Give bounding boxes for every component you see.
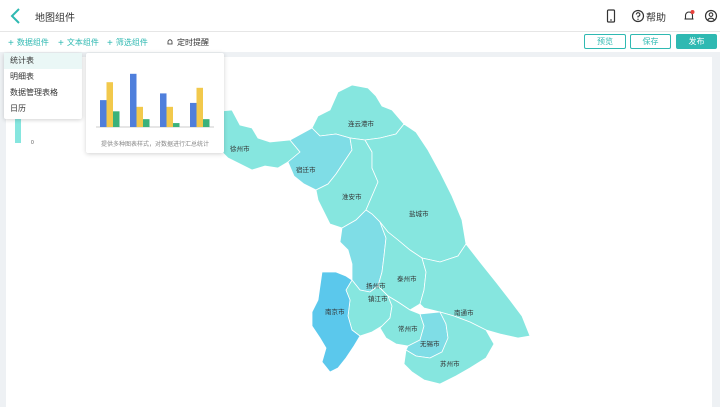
preview-bar (143, 119, 150, 127)
component-preview-popup: 提供多种图表样式，对数据进行汇总统计 (86, 53, 224, 153)
preview-bar (136, 106, 143, 127)
preview-bar (113, 111, 120, 127)
dropdown-item-data-management-table[interactable]: 数据管理表格 (4, 85, 82, 101)
preview-bar (130, 73, 137, 127)
city-label: 淮安市 (342, 192, 362, 201)
preview-caption: 提供多种图表样式，对数据进行汇总统计 (100, 142, 209, 148)
city-label: 泰州市 (397, 274, 417, 283)
legend-min-label: 0 (31, 140, 34, 146)
preview-bar (100, 100, 107, 127)
preview-bar (196, 87, 203, 127)
preview-bar (160, 93, 167, 127)
preview-bar (106, 82, 113, 127)
city-label: 徐州市 (230, 144, 250, 153)
city-label: 南通市 (454, 308, 474, 317)
city-label: 常州市 (398, 324, 418, 333)
map-legend-bar[interactable] (15, 119, 21, 143)
dropdown-item-stat-table[interactable]: 统计表 (4, 53, 82, 69)
preview-bar (203, 119, 210, 127)
region-lianyungang[interactable] (311, 84, 405, 141)
city-label: 宿迁市 (296, 165, 316, 174)
city-label: 镇江市 (368, 294, 388, 303)
preview-bar (173, 123, 180, 127)
preview-bar (190, 102, 197, 127)
data-component-dropdown: 统计表 明细表 数据管理表格 日历 (4, 53, 82, 119)
dropdown-item-detail-table[interactable]: 明细表 (4, 69, 82, 85)
city-label: 苏州市 (440, 359, 460, 368)
preview-bar (166, 106, 173, 127)
city-label: 南京市 (325, 307, 345, 316)
preview-bar-chart-icon (96, 73, 214, 128)
city-label: 连云港市 (348, 119, 375, 128)
dropdown-item-calendar[interactable]: 日历 (4, 101, 82, 117)
city-label: 盐城市 (409, 209, 429, 218)
city-label: 扬州市 (366, 281, 386, 290)
city-label: 无锡市 (420, 339, 440, 348)
